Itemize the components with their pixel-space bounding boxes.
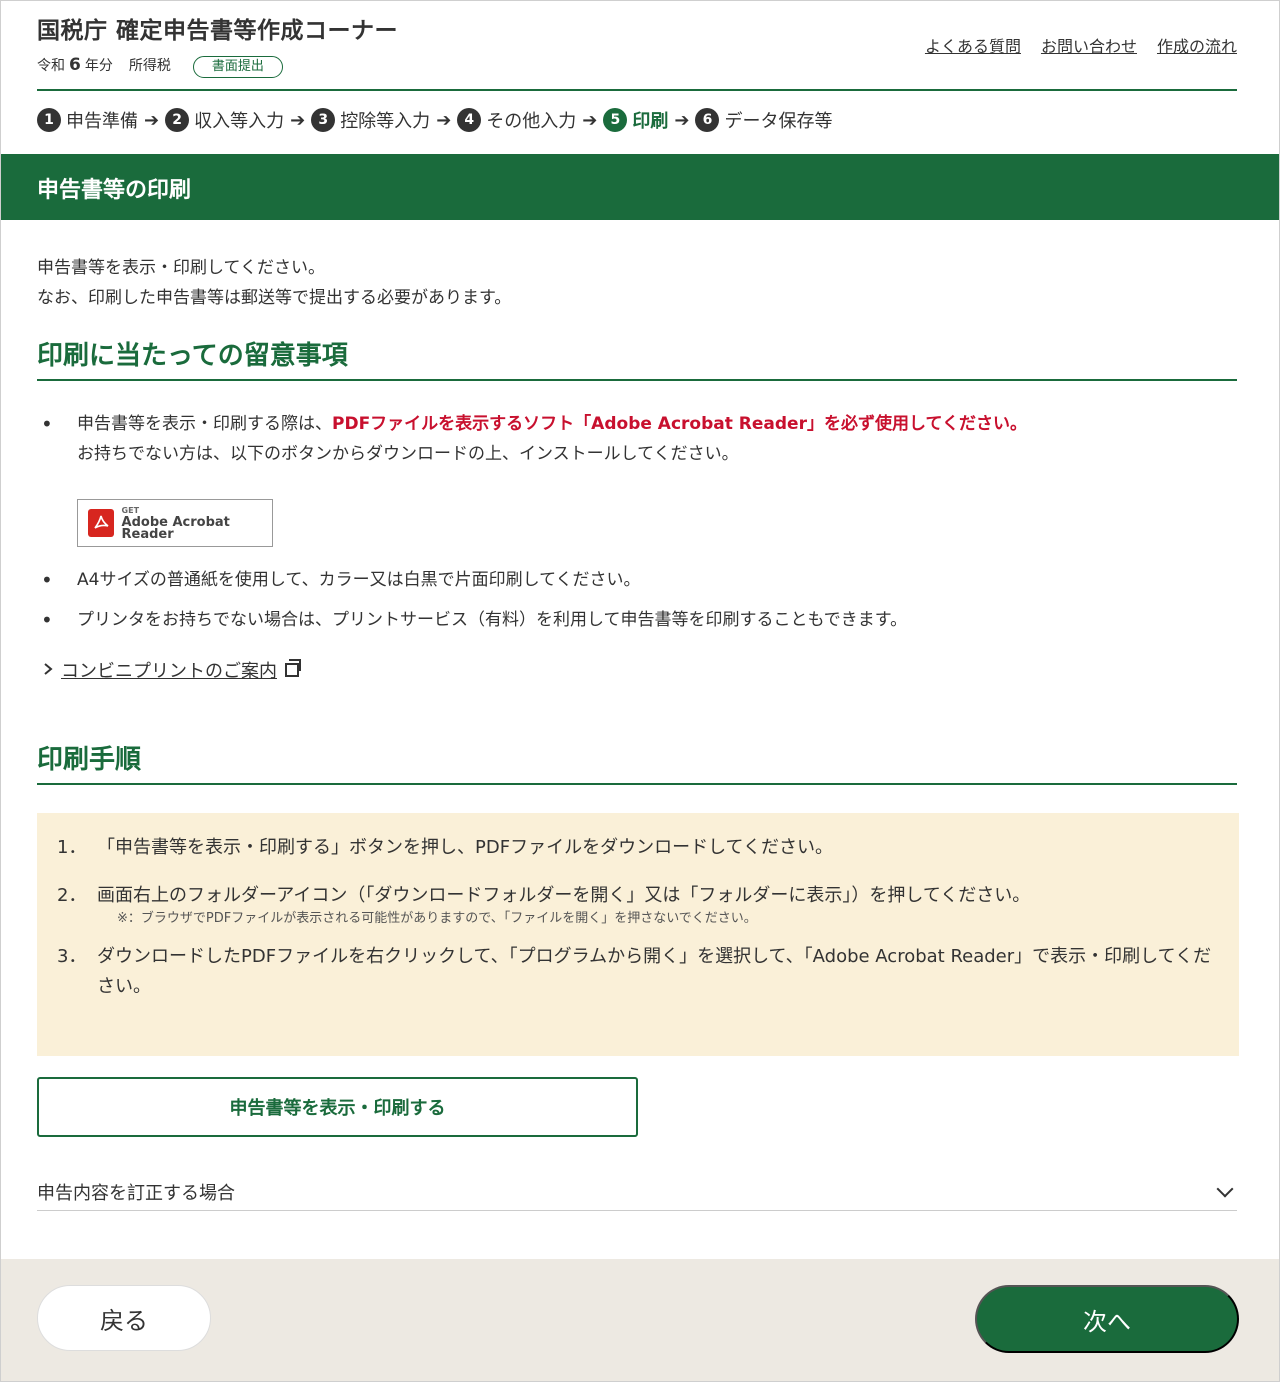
note3-text: プリンタをお持ちでない場合は、プリントサービス（有料）を利用して申告書等を印刷す… bbox=[77, 610, 908, 630]
bullet-icon: • bbox=[41, 568, 53, 592]
external-window-icon bbox=[285, 659, 301, 677]
submission-badge: 書面提出 bbox=[192, 56, 283, 78]
header-links: よくある質問 お問い合わせ 作成の流れ bbox=[925, 33, 1237, 57]
faq-link[interactable]: よくある質問 bbox=[925, 33, 1021, 57]
year-suffix: 年分 bbox=[84, 58, 113, 74]
note1-prefix: 申告書等を表示・印刷する際は、 bbox=[77, 414, 332, 434]
step-5-current: 5 印刷 bbox=[603, 107, 668, 133]
page-heading-band: 申告書等の印刷 bbox=[1, 154, 1279, 220]
list-item: • プリンタをお持ちでない場合は、プリントサービス（有料）を利用して申告書等を印… bbox=[37, 605, 1237, 635]
year-value: 6 bbox=[69, 55, 81, 75]
back-button[interactable]: 戻る bbox=[37, 1285, 211, 1351]
step-number: 6 bbox=[695, 108, 720, 132]
display-print-button[interactable]: 申告書等を表示・印刷する bbox=[37, 1077, 638, 1137]
convenience-print-link-row: コンビニプリントのご案内 bbox=[43, 657, 301, 683]
site-title: 国税庁 確定申告書等作成コーナー bbox=[37, 18, 399, 44]
step-number: 5 bbox=[603, 108, 628, 132]
step-label: データ保存等 bbox=[724, 111, 833, 132]
step-4: 4 その他入力 bbox=[457, 107, 576, 133]
step-label: 控除等入力 bbox=[340, 111, 431, 132]
meta-row: 令和 6 年分 所得税 書面提出 bbox=[37, 55, 283, 78]
tax-type: 所得税 bbox=[128, 58, 171, 74]
arrow-right-icon: ➔ bbox=[582, 109, 598, 131]
section-title-procedure: 印刷手順 bbox=[37, 739, 1237, 785]
section-title-notes: 印刷に当たっての留意事項 bbox=[37, 335, 1237, 381]
note1-line2: お持ちでない方は、以下のボタンからダウンロードの上、インストールしてください。 bbox=[77, 444, 739, 464]
step-label: 申告準備 bbox=[66, 111, 138, 132]
page-frame: 国税庁 確定申告書等作成コーナー 令和 6 年分 所得税 書面提出 よくある質問… bbox=[0, 0, 1280, 1382]
procedure-step-3: 3． ダウンロードしたPDFファイルを右クリックして、「プログラムから開く」を選… bbox=[57, 942, 1219, 1002]
bullet-icon: • bbox=[41, 608, 53, 632]
procedure-index: 3． bbox=[57, 946, 87, 967]
get-adobe-reader-button[interactable]: GET Adobe Acrobat Reader bbox=[77, 499, 273, 547]
step-number: 1 bbox=[37, 108, 61, 132]
step-2: 2 収入等入力 bbox=[165, 107, 284, 133]
adobe-name-label: Adobe Acrobat Reader bbox=[121, 515, 230, 542]
footer-bar: 戻る 次へ bbox=[1, 1259, 1279, 1381]
procedure-box: 1． 「申告書等を表示・印刷する」ボタンを押し、PDFファイルをダウンロードして… bbox=[37, 813, 1239, 1056]
intro-line-1: 申告書等を表示・印刷してください。 bbox=[37, 258, 325, 278]
intro-line-2: なお、印刷した申告書等は郵送等で提出する必要があります。 bbox=[37, 288, 512, 308]
correction-accordion[interactable]: 申告内容を訂正する場合 bbox=[37, 1173, 1237, 1211]
next-button[interactable]: 次へ bbox=[975, 1285, 1239, 1353]
step-number: 3 bbox=[311, 108, 336, 132]
chevron-right-icon bbox=[43, 661, 53, 680]
convenience-print-link[interactable]: コンビニプリントのご案内 bbox=[61, 657, 277, 683]
step-1: 1 申告準備 bbox=[37, 107, 138, 133]
flow-link[interactable]: 作成の流れ bbox=[1157, 33, 1237, 57]
procedure-note: ※：ブラウザでPDFファイルが表示される可能性がありますので、「ファイルを開く」… bbox=[117, 911, 757, 926]
procedure-index: 2． bbox=[57, 885, 87, 906]
step-number: 2 bbox=[165, 108, 190, 132]
step-3: 3 控除等入力 bbox=[311, 107, 430, 133]
bullet-icon: • bbox=[41, 412, 53, 436]
list-item: • A4サイズの普通紙を使用して、カラー又は白黒で片面印刷してください。 bbox=[37, 565, 1237, 595]
intro-text: 申告書等を表示・印刷してください。 なお、印刷した申告書等は郵送等で提出する必要… bbox=[37, 253, 511, 313]
step-6: 6 データ保存等 bbox=[695, 107, 832, 133]
adobe-pdf-icon bbox=[88, 509, 114, 537]
list-item: • 申告書等を表示・印刷する際は、PDFファイルを表示するソフト「Adobe A… bbox=[37, 409, 1237, 469]
arrow-right-icon: ➔ bbox=[674, 109, 690, 131]
step-indicator: 1 申告準備 ➔ 2 収入等入力 ➔ 3 控除等入力 ➔ 4 その他入力 ➔ 5 印刷 ➔… bbox=[37, 107, 832, 133]
step-label: 収入等入力 bbox=[194, 111, 285, 132]
step-number: 4 bbox=[457, 108, 482, 132]
arrow-right-icon: ➔ bbox=[290, 109, 306, 131]
procedure-step-1: 1． 「申告書等を表示・印刷する」ボタンを押し、PDFファイルをダウンロードして… bbox=[57, 833, 1219, 863]
chevron-down-icon bbox=[1216, 1180, 1234, 1197]
accordion-label: 申告内容を訂正する場合 bbox=[37, 1182, 235, 1204]
arrow-right-icon: ➔ bbox=[144, 109, 160, 131]
note1-emphasis: PDFファイルを表示するソフト「Adobe Acrobat Reader」を必ず… bbox=[332, 414, 1027, 434]
contact-link[interactable]: お問い合わせ bbox=[1041, 33, 1137, 57]
procedure-text: 「申告書等を表示・印刷する」ボタンを押し、PDFファイルをダウンロードしてくださ… bbox=[97, 837, 833, 858]
procedure-index: 1． bbox=[57, 837, 87, 858]
arrow-right-icon: ➔ bbox=[436, 109, 452, 131]
page-title: 申告書等の印刷 bbox=[37, 178, 192, 203]
note2-text: A4サイズの普通紙を使用して、カラー又は白黒で片面印刷してください。 bbox=[77, 570, 641, 590]
step-label: 印刷 bbox=[632, 111, 669, 132]
era-label: 令和 bbox=[37, 58, 65, 74]
notes-list: • 申告書等を表示・印刷する際は、PDFファイルを表示するソフト「Adobe A… bbox=[37, 409, 1237, 469]
step-label: その他入力 bbox=[486, 111, 577, 132]
procedure-text: ダウンロードしたPDFファイルを右クリックして、「プログラムから開く」を選択して… bbox=[97, 946, 1212, 997]
header: 国税庁 確定申告書等作成コーナー 令和 6 年分 所得税 書面提出 よくある質問… bbox=[37, 11, 1237, 91]
